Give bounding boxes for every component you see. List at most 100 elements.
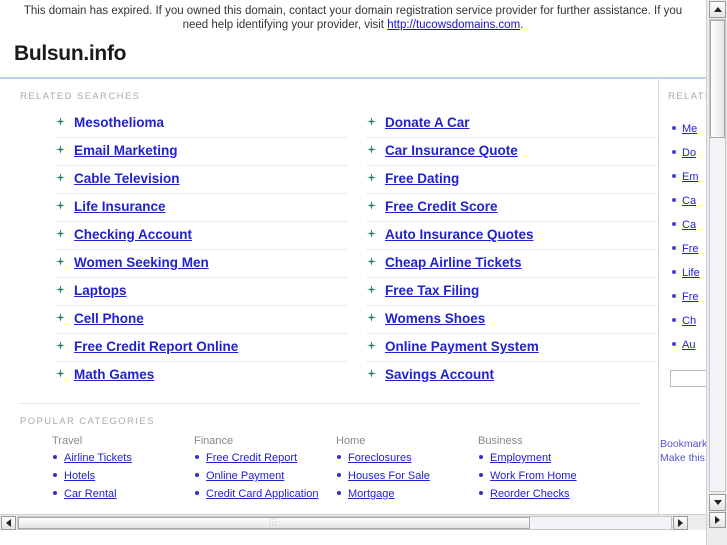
rail-related-link[interactable]: Em (682, 171, 699, 183)
rail-related-item[interactable]: Life (660, 260, 706, 284)
related-search-item[interactable]: Auto Insurance Quotes (367, 222, 658, 250)
related-search-link[interactable]: Women Seeking Men (74, 255, 209, 270)
rail-related-item[interactable]: Ca (660, 188, 706, 212)
related-search-item[interactable]: Free Credit Score (367, 194, 658, 222)
related-search-link[interactable]: Online Payment System (385, 339, 539, 354)
rail-related-link[interactable]: Do (682, 147, 696, 159)
category-item[interactable]: Hotels (52, 468, 194, 486)
category-link[interactable]: Mortgage (348, 488, 394, 500)
related-search-link[interactable]: Cheap Airline Tickets (385, 255, 522, 270)
category-link[interactable]: Hotels (64, 470, 95, 482)
rail-related-item[interactable]: Ca (660, 212, 706, 236)
category-item[interactable]: Mortgage (336, 486, 478, 504)
category-item[interactable]: Houses For Sale (336, 468, 478, 486)
rail-related-link[interactable]: Ca (682, 219, 696, 231)
horizontal-scrollbar[interactable] (0, 514, 706, 530)
related-search-link[interactable]: Mesothelioma (74, 115, 164, 130)
related-search-link[interactable]: Life Insurance (74, 199, 166, 214)
horizontal-scroll-track[interactable] (17, 516, 672, 530)
related-search-item[interactable]: Email Marketing (56, 138, 347, 166)
rail-related-item[interactable]: Em (660, 164, 706, 188)
related-search-item[interactable]: Free Credit Report Online (56, 334, 347, 362)
related-search-link[interactable]: Free Credit Report Online (74, 339, 238, 354)
related-search-link[interactable]: Womens Shoes (385, 311, 485, 326)
related-search-link[interactable]: Checking Account (74, 227, 192, 242)
rail-related-item[interactable]: Ch (660, 308, 706, 332)
rail-related-link[interactable]: Fre (682, 291, 699, 303)
related-search-item[interactable]: Checking Account (56, 222, 347, 250)
related-search-link[interactable]: Cable Television (74, 171, 180, 186)
category-item[interactable]: Car Rental (52, 486, 194, 504)
category-link[interactable]: Credit Card Application (206, 488, 319, 500)
rail-related-item[interactable]: Do (660, 140, 706, 164)
related-search-link[interactable]: Cell Phone (74, 311, 144, 326)
horizontal-scroll-thumb[interactable] (18, 517, 530, 529)
category-link[interactable]: Foreclosures (348, 452, 412, 464)
category-link[interactable]: Online Payment (206, 470, 284, 482)
related-search-item[interactable]: Life Insurance (56, 194, 347, 222)
related-search-item[interactable]: Women Seeking Men (56, 250, 347, 278)
category-link[interactable]: Employment (490, 452, 551, 464)
tucows-domains-link[interactable]: http://tucowsdomains.com (387, 19, 520, 31)
category-link[interactable]: Houses For Sale (348, 470, 430, 482)
related-search-item[interactable]: Donate A Car (367, 110, 658, 138)
scroll-left-button[interactable] (1, 516, 16, 530)
vertical-scrollbar[interactable] (706, 0, 727, 545)
bookmark-link[interactable]: Bookmark (660, 437, 706, 451)
category-item[interactable]: Airline Tickets (52, 450, 194, 468)
rail-related-link[interactable]: Me (682, 123, 697, 135)
vertical-scroll-track[interactable] (709, 19, 726, 492)
rail-search-input[interactable] (670, 370, 706, 387)
related-search-item[interactable]: Car Insurance Quote (367, 138, 658, 166)
rail-related-item[interactable]: Au (660, 332, 706, 356)
category-item[interactable]: Reorder Checks (478, 486, 620, 504)
related-search-item[interactable]: Math Games (56, 362, 347, 389)
scroll-up-button[interactable] (709, 1, 726, 18)
related-search-item[interactable]: Free Dating (367, 166, 658, 194)
rail-related-link[interactable]: Life (682, 267, 700, 279)
related-search-link[interactable]: Laptops (74, 283, 127, 298)
related-search-link[interactable]: Donate A Car (385, 115, 470, 130)
related-search-item[interactable]: Cell Phone (56, 306, 347, 334)
scroll-right-button[interactable] (673, 516, 688, 530)
category-item[interactable]: Employment (478, 450, 620, 468)
related-search-link[interactable]: Savings Account (385, 367, 494, 382)
related-search-link[interactable]: Free Credit Score (385, 199, 498, 214)
related-search-item[interactable]: Free Tax Filing (367, 278, 658, 306)
related-search-item[interactable]: Cheap Airline Tickets (367, 250, 658, 278)
related-search-link[interactable]: Car Insurance Quote (385, 143, 518, 158)
vertical-scroll-thumb[interactable] (710, 20, 725, 138)
related-search-link[interactable]: Free Tax Filing (385, 283, 479, 298)
category-link[interactable]: Work From Home (490, 470, 577, 482)
rail-related-link[interactable]: Fre (682, 243, 699, 255)
rail-related-item[interactable]: Me (660, 116, 706, 140)
related-search-item[interactable]: Laptops (56, 278, 347, 306)
related-search-link[interactable]: Free Dating (385, 171, 459, 186)
scroll-down-button[interactable] (709, 494, 726, 511)
related-search-item[interactable]: Womens Shoes (367, 306, 658, 334)
category-item[interactable]: Free Credit Report (194, 450, 336, 468)
category-link[interactable]: Reorder Checks (490, 488, 569, 500)
category-link[interactable]: Free Credit Report (206, 452, 297, 464)
category-link[interactable]: Car Rental (64, 488, 117, 500)
bullet-icon (672, 150, 676, 154)
related-search-link[interactable]: Email Marketing (74, 143, 178, 158)
related-search-item[interactable]: Cable Television (56, 166, 347, 194)
category-item[interactable]: Work From Home (478, 468, 620, 486)
make-homepage-link[interactable]: Make this (660, 451, 706, 465)
related-search-item[interactable]: Mesothelioma (56, 110, 347, 138)
related-search-link[interactable]: Auto Insurance Quotes (385, 227, 534, 242)
rail-related-link[interactable]: Au (682, 339, 695, 351)
related-search-link[interactable]: Math Games (74, 367, 154, 382)
category-item[interactable]: Online Payment (194, 468, 336, 486)
rail-related-item[interactable]: Fre (660, 236, 706, 260)
category-item[interactable]: Foreclosures (336, 450, 478, 468)
category-link[interactable]: Airline Tickets (64, 452, 132, 464)
scroll-corner-button[interactable] (709, 512, 726, 528)
rail-related-item[interactable]: Fre (660, 284, 706, 308)
rail-related-link[interactable]: Ca (682, 195, 696, 207)
rail-related-link[interactable]: Ch (682, 315, 696, 327)
category-item[interactable]: Credit Card Application (194, 486, 336, 504)
related-search-item[interactable]: Savings Account (367, 362, 658, 389)
related-search-item[interactable]: Online Payment System (367, 334, 658, 362)
